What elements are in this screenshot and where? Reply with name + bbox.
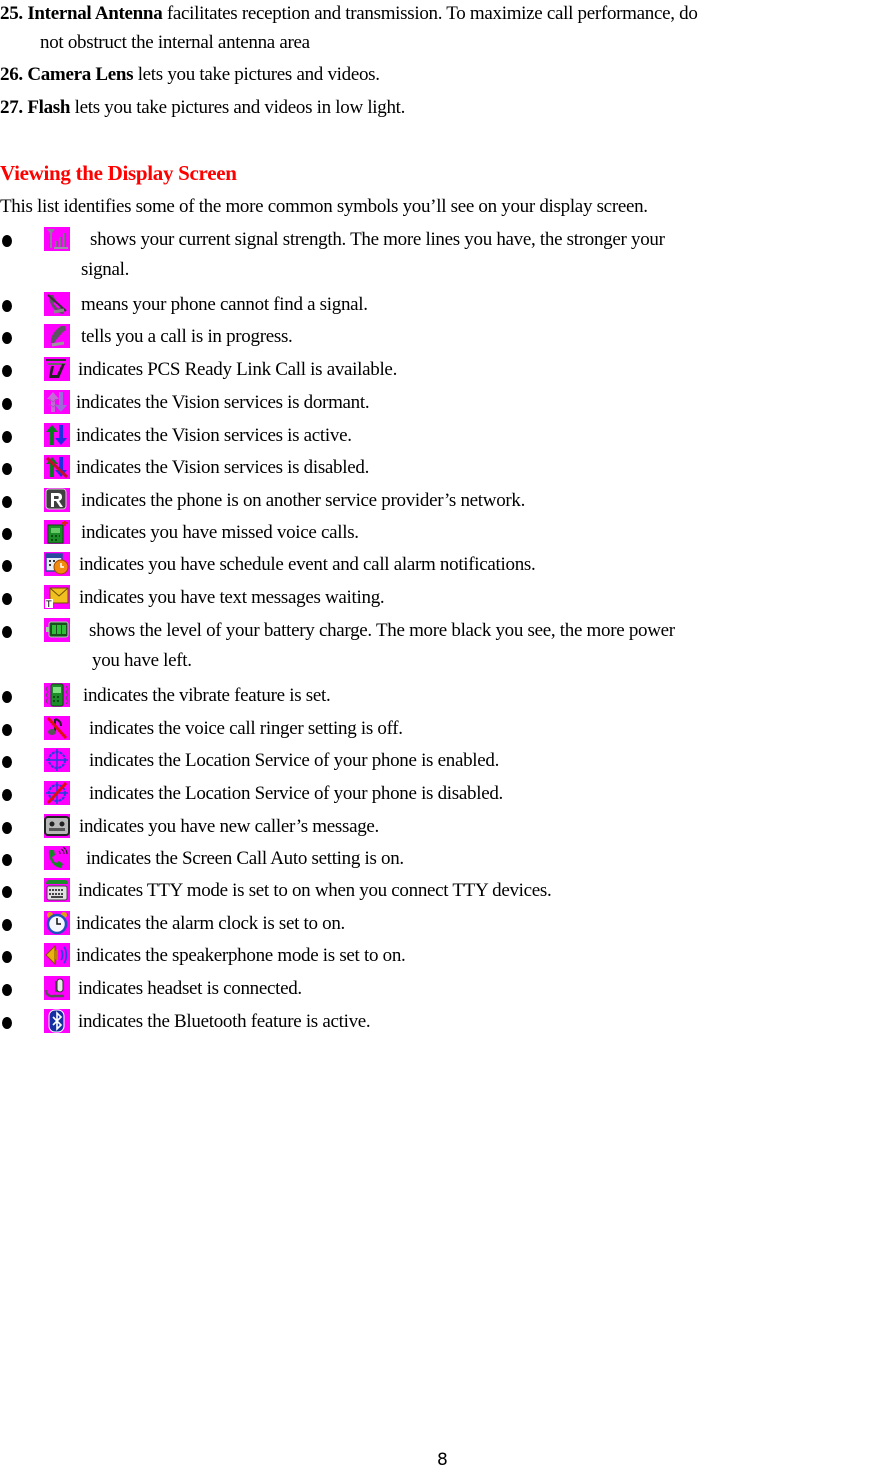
bullet-icon (2, 626, 12, 638)
svg-text:T: T (45, 600, 52, 609)
symbol-description: indicates the Location Service of your p… (89, 783, 503, 804)
symbol-description: indicates the Vision services is dormant… (76, 392, 370, 413)
bullet-icon (2, 854, 12, 866)
symbol-description: indicates PCS Ready Link Call is availab… (78, 359, 398, 380)
screen-call-auto-icon (44, 846, 70, 870)
item-25-term: 25. Internal Antenna (0, 3, 163, 24)
headset-icon (44, 976, 70, 1000)
symbol-description: indicates the vibrate feature is set. (83, 685, 331, 706)
speakerphone-icon (44, 943, 70, 967)
bullet-icon (2, 235, 12, 247)
ringer-off-icon (44, 716, 70, 740)
item-27: 27. Flash lets you take pictures and vid… (0, 96, 405, 120)
symbol-description: indicates the speakerphone mode is set t… (76, 945, 406, 966)
symbol-description: indicates you have new caller’s message. (79, 816, 379, 837)
symbol-description: tells you a call is in progress. (81, 326, 293, 347)
bullet-icon (2, 984, 12, 996)
bullet-icon (2, 593, 12, 605)
roaming-icon (44, 488, 70, 512)
section-intro: This list identifies some of the more co… (0, 196, 648, 217)
bullet-icon (2, 951, 12, 963)
bluetooth-icon (44, 1009, 70, 1033)
vision-dormant-icon (44, 390, 70, 414)
location-off-icon (44, 781, 70, 805)
schedule-alarm-icon (44, 552, 70, 576)
tty-icon (44, 878, 70, 902)
bullet-icon (2, 822, 12, 834)
symbol-description-continuation: signal. (81, 259, 130, 280)
bullet-icon (2, 1017, 12, 1029)
page-number: 8 (437, 1450, 448, 1470)
ready-link-icon (44, 357, 70, 381)
location-on-icon (44, 748, 70, 772)
item-26-term: 26. Camera Lens (0, 64, 134, 85)
bullet-icon (2, 528, 12, 540)
bullet-icon (2, 919, 12, 931)
symbol-description: indicates you have schedule event and ca… (79, 554, 536, 575)
signal-strength-icon (44, 227, 70, 251)
item-25-continuation: not obstruct the internal antenna area (40, 32, 310, 53)
call-in-progress-icon (44, 324, 70, 348)
bullet-icon (2, 463, 12, 475)
symbol-description: indicates TTY mode is set to on when you… (78, 880, 552, 901)
symbol-description: indicates the voice call ringer setting … (89, 718, 403, 739)
item-25-text: facilitates reception and transmission. … (162, 3, 698, 24)
item-26: 26. Camera Lens lets you take pictures a… (0, 63, 380, 87)
vision-active-icon (44, 423, 70, 447)
item-27-term: 27. Flash (0, 97, 71, 118)
vision-disabled-icon (44, 455, 70, 479)
bullet-icon (2, 431, 12, 443)
bullet-icon (2, 691, 12, 703)
bullet-icon (2, 365, 12, 377)
no-signal-icon (44, 292, 70, 316)
bullet-icon (2, 724, 12, 736)
symbol-description: shows the level of your battery charge. … (89, 620, 675, 641)
vibrate-icon (44, 683, 70, 707)
symbol-description: indicates the Bluetooth feature is activ… (78, 1011, 371, 1032)
section-title: Viewing the Display Screen (0, 161, 237, 185)
bullet-icon (2, 496, 12, 508)
bullet-icon (2, 332, 12, 344)
symbol-description: indicates headset is connected. (78, 978, 302, 999)
bullet-icon (2, 398, 12, 410)
item-26-text: lets you take pictures and videos. (133, 64, 380, 85)
symbol-description: indicates you have missed voice calls. (81, 522, 359, 543)
symbol-description: indicates the phone is on another servic… (81, 490, 526, 511)
alarm-clock-icon (44, 911, 70, 935)
caller-message-icon (44, 814, 70, 838)
bullet-icon (2, 300, 12, 312)
bullet-icon (2, 886, 12, 898)
missed-call-icon (44, 520, 70, 544)
symbol-description-continuation: you have left. (92, 650, 192, 671)
bullet-icon (2, 560, 12, 572)
battery-icon (44, 618, 70, 642)
symbol-description: shows your current signal strength. The … (90, 229, 665, 250)
symbol-description: indicates you have text messages waiting… (79, 587, 385, 608)
symbol-description: means your phone cannot find a signal. (81, 294, 368, 315)
symbol-description: indicates the Location Service of your p… (89, 750, 500, 771)
item-25: 25. Internal Antenna facilitates recepti… (0, 2, 698, 26)
symbol-description: indicates the alarm clock is set to on. (76, 913, 345, 934)
item-27-text: lets you take pictures and videos in low… (70, 97, 406, 118)
text-message-icon: T (44, 585, 70, 609)
symbol-description: indicates the Screen Call Auto setting i… (86, 848, 404, 869)
symbol-description: indicates the Vision services is active. (76, 425, 352, 446)
symbol-description: indicates the Vision services is disable… (76, 457, 370, 478)
bullet-icon (2, 789, 12, 801)
bullet-icon (2, 756, 12, 768)
